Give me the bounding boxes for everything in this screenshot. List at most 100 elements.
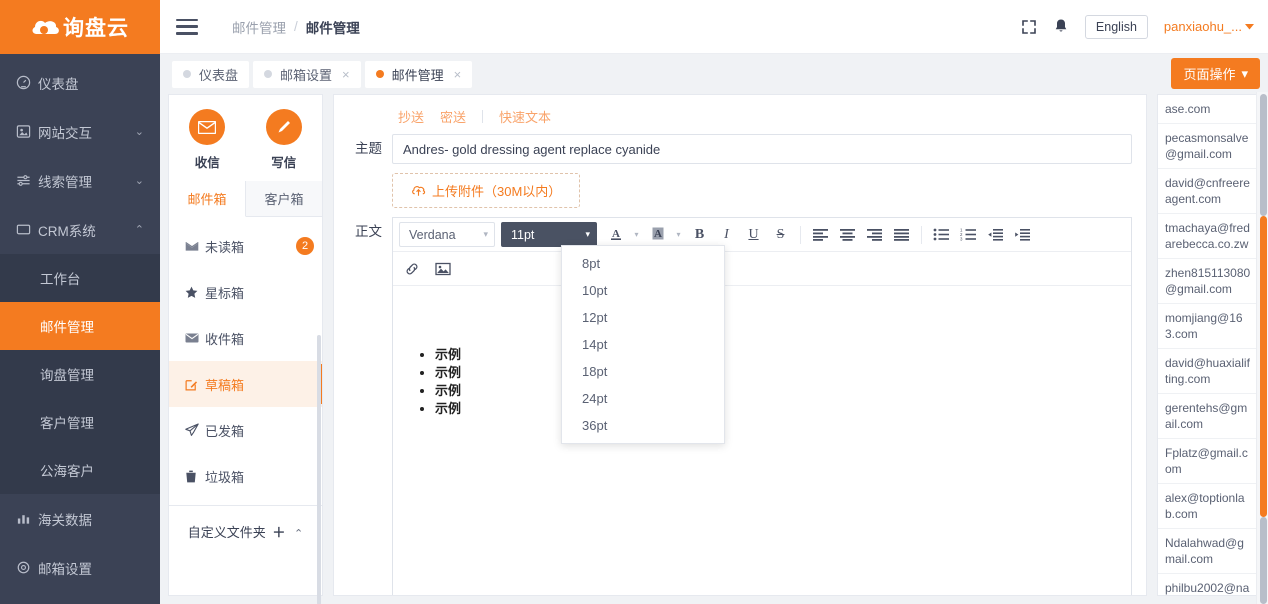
folder-inbox[interactable]: 收件箱 (169, 315, 322, 361)
list-item[interactable]: pecasmonsalve@gmail.com (1158, 124, 1259, 169)
sidebar-item-website[interactable]: 网站交互 ⌄ (0, 107, 160, 156)
compose-mail-button[interactable]: 写信 (246, 109, 323, 171)
scrollbar-track-upper[interactable] (1260, 94, 1267, 216)
chevron-down-icon: ▾ (585, 229, 590, 239)
sidebar-item-customer-management[interactable]: 客户管理 (0, 398, 160, 446)
cc-link[interactable]: 抄送 (398, 107, 424, 126)
list-item[interactable]: Ndalahwad@gmail.com (1158, 529, 1259, 574)
sidebar-item-crm[interactable]: CRM系统 ⌃ (0, 205, 160, 254)
image-icon[interactable] (430, 256, 455, 281)
list-item[interactable]: gerentehs@gmail.com (1158, 394, 1259, 439)
bell-icon[interactable] (1053, 18, 1069, 35)
list-item[interactable]: philbu2002@naver.com (1158, 574, 1259, 595)
italic-icon[interactable]: I (714, 222, 739, 247)
page-scrollbar[interactable] (1256, 92, 1268, 604)
quick-text-link[interactable]: 快速文本 (499, 107, 551, 126)
align-right-icon[interactable] (862, 222, 887, 247)
folder-sent[interactable]: 已发箱 (169, 407, 322, 453)
list-item[interactable]: zhen815113080@gmail.com (1158, 259, 1259, 304)
tab-close-icon[interactable]: × (342, 67, 350, 82)
tab-mail-management[interactable]: 邮件管理 × (364, 60, 473, 88)
sidebar-item-workbench[interactable]: 工作台 (0, 254, 160, 302)
bcc-link[interactable]: 密送 (440, 107, 466, 126)
font-size-option-14pt[interactable]: 14pt (562, 331, 724, 358)
list-item[interactable]: Fplatz@gmail.com (1158, 439, 1259, 484)
breadcrumb-parent[interactable]: 邮件管理 (232, 17, 286, 37)
upload-attachment-button[interactable]: 上传附件（30M以内） (392, 173, 581, 208)
tab-mailbox-settings[interactable]: 邮箱设置 × (253, 60, 361, 88)
editor-content[interactable]: 示例 示例 示例 示例 (393, 286, 1131, 418)
mailbox-tab-mail[interactable]: 邮件箱 (169, 181, 246, 217)
custom-folder-row[interactable]: 自定义文件夹 ＋ ⌃ (169, 506, 322, 551)
sidebar-item-mail-management[interactable]: 邮件管理 (0, 302, 160, 350)
font-size-option-24pt[interactable]: 24pt (562, 385, 724, 412)
list-item[interactable]: alex@toptionlab.com (1158, 484, 1259, 529)
sidebar-item-leads[interactable]: 线索管理 ⌄ (0, 156, 160, 205)
email-address-list: ase.com pecasmonsalve@gmail.com david@cn… (1157, 94, 1260, 596)
folder-starred[interactable]: 星标箱 (169, 269, 322, 315)
text-color-caret-icon[interactable]: ▾ (630, 222, 643, 247)
sidebar-item-dashboard[interactable]: 仪表盘 (0, 58, 160, 107)
font-size-option-12pt[interactable]: 12pt (562, 304, 724, 331)
page-action-button[interactable]: 页面操作 ▾ (1171, 58, 1260, 89)
folder-label: 星标箱 (205, 285, 245, 301)
mailbox-tabs: 邮件箱 客户箱 (169, 181, 322, 217)
underline-icon[interactable]: U (741, 222, 766, 247)
subject-input[interactable] (392, 134, 1132, 164)
plus-icon[interactable]: ＋ (272, 525, 285, 540)
folder-unread[interactable]: 未读箱 2 (169, 223, 322, 269)
fullscreen-icon[interactable] (1021, 19, 1037, 35)
mailbox-scrollbar[interactable] (317, 335, 321, 604)
font-size-option-10pt[interactable]: 10pt (562, 277, 724, 304)
list-item[interactable]: momjiang@163.com (1158, 304, 1259, 349)
chevron-up-icon[interactable]: ⌃ (294, 528, 303, 540)
bullet-list-icon[interactable] (929, 222, 954, 247)
brand-logo[interactable]: 询盘云 (0, 0, 160, 54)
folder-drafts[interactable]: 草稿箱 (169, 361, 322, 407)
strikethrough-icon[interactable]: S (768, 222, 793, 247)
sidebar-label-crm: CRM系统 (38, 223, 96, 239)
tab-dashboard[interactable]: 仪表盘 (172, 60, 250, 88)
list-item[interactable]: david@huaxialifting.com (1158, 349, 1259, 394)
align-justify-icon[interactable] (889, 222, 914, 247)
numbered-list-icon[interactable]: 123 (956, 222, 981, 247)
font-size-select[interactable]: 11pt ▾ (501, 222, 597, 247)
sidebar-item-public-customers[interactable]: 公海客户 (0, 446, 160, 494)
folder-trash[interactable]: 垃圾箱 (169, 453, 322, 499)
highlight-color-icon[interactable]: A (645, 222, 670, 247)
list-item: 示例 (435, 382, 1131, 400)
sidebar-item-mailbox-settings[interactable]: 邮箱设置 (0, 543, 160, 592)
indent-icon[interactable] (1010, 222, 1035, 247)
sidebar-item-customs-data[interactable]: 海关数据 (0, 494, 160, 543)
font-size-option-36pt[interactable]: 36pt (562, 412, 724, 439)
tab-close-icon[interactable]: × (454, 67, 462, 82)
scrollbar-track-lower[interactable] (1260, 517, 1267, 604)
font-size-option-8pt[interactable]: 8pt (562, 250, 724, 277)
mailbox-tab-customer[interactable]: 客户箱 (246, 181, 322, 217)
link-icon[interactable] (399, 256, 424, 281)
list-item[interactable]: tmachaya@fredarebecca.co.zw (1158, 214, 1259, 259)
font-family-select[interactable]: Verdana ▾ (399, 222, 495, 247)
folder-label: 未读箱 (205, 239, 245, 255)
align-left-icon[interactable] (808, 222, 833, 247)
receive-mail-button[interactable]: 收信 (169, 109, 246, 171)
list-item[interactable]: david@cnfreereagent.com (1158, 169, 1259, 214)
inbox-icon (185, 333, 205, 343)
user-menu-button[interactable]: panxiaohu_... (1164, 19, 1254, 34)
font-size-option-18pt[interactable]: 18pt (562, 358, 724, 385)
language-button[interactable]: English (1084, 14, 1148, 39)
content-area: 收信 写信 邮件箱 客户箱 未读箱 2 星标箱 收件箱 草稿箱 已发箱 垃圾箱 … (160, 94, 1268, 604)
scrollbar-thumb[interactable] (1260, 216, 1267, 517)
bold-icon[interactable]: B (687, 222, 712, 247)
text-color-icon[interactable]: A (603, 222, 628, 247)
font-size-dropdown[interactable]: 8pt 10pt 12pt 14pt 18pt 24pt 36pt (561, 245, 725, 444)
website-icon (16, 124, 38, 139)
sidebar-item-inquiry-management[interactable]: 询盘管理 (0, 350, 160, 398)
custom-folder-label: 自定义文件夹 (187, 525, 266, 540)
hamburger-icon[interactable] (176, 18, 198, 35)
highlight-color-caret-icon[interactable]: ▾ (672, 222, 685, 247)
list-item[interactable]: ase.com (1158, 95, 1259, 124)
compose-mail-label: 写信 (271, 156, 297, 170)
outdent-icon[interactable] (983, 222, 1008, 247)
align-center-icon[interactable] (835, 222, 860, 247)
